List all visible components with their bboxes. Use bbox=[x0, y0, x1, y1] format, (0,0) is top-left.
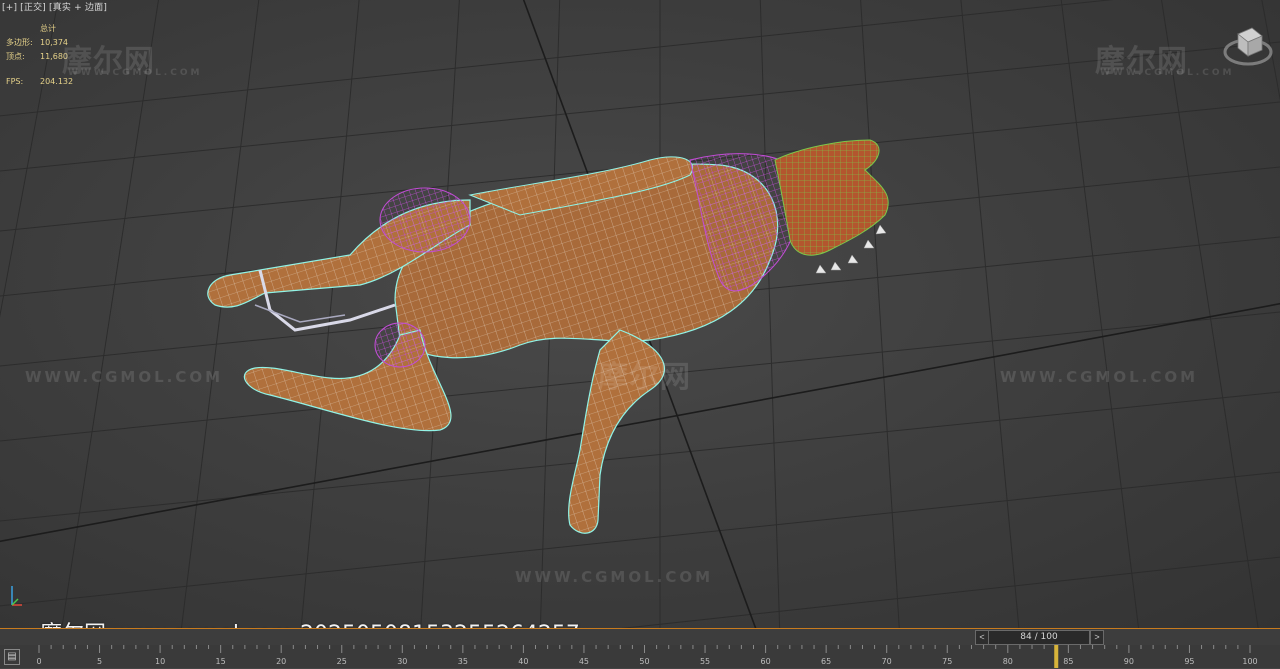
axis-tripod-icon bbox=[11, 586, 22, 606]
stats-polys-value: 10,374 bbox=[40, 38, 68, 47]
viewcube-icon[interactable] bbox=[1222, 22, 1274, 74]
viewport-shading-mode[interactable]: [真实 + 边面] bbox=[49, 3, 107, 13]
viewport-view-type[interactable]: [正交] bbox=[20, 3, 46, 13]
time-slider-thumb[interactable]: 84 / 100 bbox=[988, 630, 1090, 645]
ruler-tick-label: 80 bbox=[1003, 657, 1013, 666]
track-bar[interactable]: ▤ 0 5 10 15 20 25 30 35 40 45 50 55 60 65 70 75 80 85 90 95… bbox=[0, 645, 1280, 668]
current-frame-marker[interactable] bbox=[1054, 645, 1059, 668]
viewport-label[interactable]: [+] [正交] [真实 + 边面] bbox=[2, 0, 110, 13]
previous-frame-button[interactable]: < bbox=[975, 630, 989, 645]
ruler-tick-label: 100 bbox=[1242, 657, 1257, 666]
frame-ruler[interactable]: 0 5 10 15 20 25 30 35 40 45 50 55 60 65 70 75 80 85 90 95 10… bbox=[30, 645, 1280, 668]
ruler-tick-label: 95 bbox=[1184, 657, 1194, 666]
stats-verts-value: 11,680 bbox=[40, 52, 68, 61]
viewport-menu-plus[interactable]: [+] bbox=[2, 3, 17, 13]
time-slider[interactable]: < 84 / 100 > bbox=[0, 629, 1280, 645]
ruler-tick-label: 65 bbox=[821, 657, 831, 666]
ruler-tick-label: 40 bbox=[518, 657, 528, 666]
dog-body bbox=[207, 139, 889, 534]
ruler-tick-label: 55 bbox=[700, 657, 710, 666]
stats-verts-label: 顶点: bbox=[6, 52, 25, 61]
ruler-tick-label: 15 bbox=[216, 657, 226, 666]
ruler-tick-label: 10 bbox=[155, 657, 165, 666]
ruler-tick-label: 5 bbox=[97, 657, 102, 666]
stats-fps-label: FPS: bbox=[6, 77, 24, 86]
next-frame-button[interactable]: > bbox=[1090, 630, 1104, 645]
stats-header: 总计 bbox=[40, 24, 56, 33]
ruler-tick-label: 85 bbox=[1063, 657, 1073, 666]
dog-wireframe-model[interactable] bbox=[0, 0, 1280, 628]
mini-curve-editor-icon[interactable]: ▤ bbox=[4, 649, 20, 665]
stats-fps-row: FPS: 204.132 bbox=[6, 75, 73, 89]
ruler-tick-label: 25 bbox=[337, 657, 347, 666]
stats-polys-row: 多边形: 10,374 bbox=[6, 36, 73, 50]
statistics-overlay: 总计 多边形: 10,374 顶点: 11,680 FPS: 204.132 bbox=[6, 22, 73, 89]
stats-verts-row: 顶点: 11,680 bbox=[6, 50, 73, 64]
stats-fps-value: 204.132 bbox=[40, 77, 74, 86]
ruler-tick-label: 35 bbox=[458, 657, 468, 666]
ruler-tick-label: 70 bbox=[882, 657, 892, 666]
3d-viewport[interactable]: [+] [正交] [真实 + 边面] 总计 多边形: 10,374 顶点: 11,6… bbox=[0, 0, 1280, 628]
ruler-tick-label: 30 bbox=[397, 657, 407, 666]
ruler-tick-label: 45 bbox=[579, 657, 589, 666]
ruler-tick-label: 90 bbox=[1124, 657, 1134, 666]
ruler-tick-label: 0 bbox=[36, 657, 41, 666]
stats-polys-label: 多边形: bbox=[6, 38, 33, 47]
ruler-tick-label: 20 bbox=[276, 657, 286, 666]
ruler-tick-label: 75 bbox=[942, 657, 952, 666]
ruler-tick-label: 60 bbox=[761, 657, 771, 666]
ruler-tick-label: 50 bbox=[639, 657, 649, 666]
